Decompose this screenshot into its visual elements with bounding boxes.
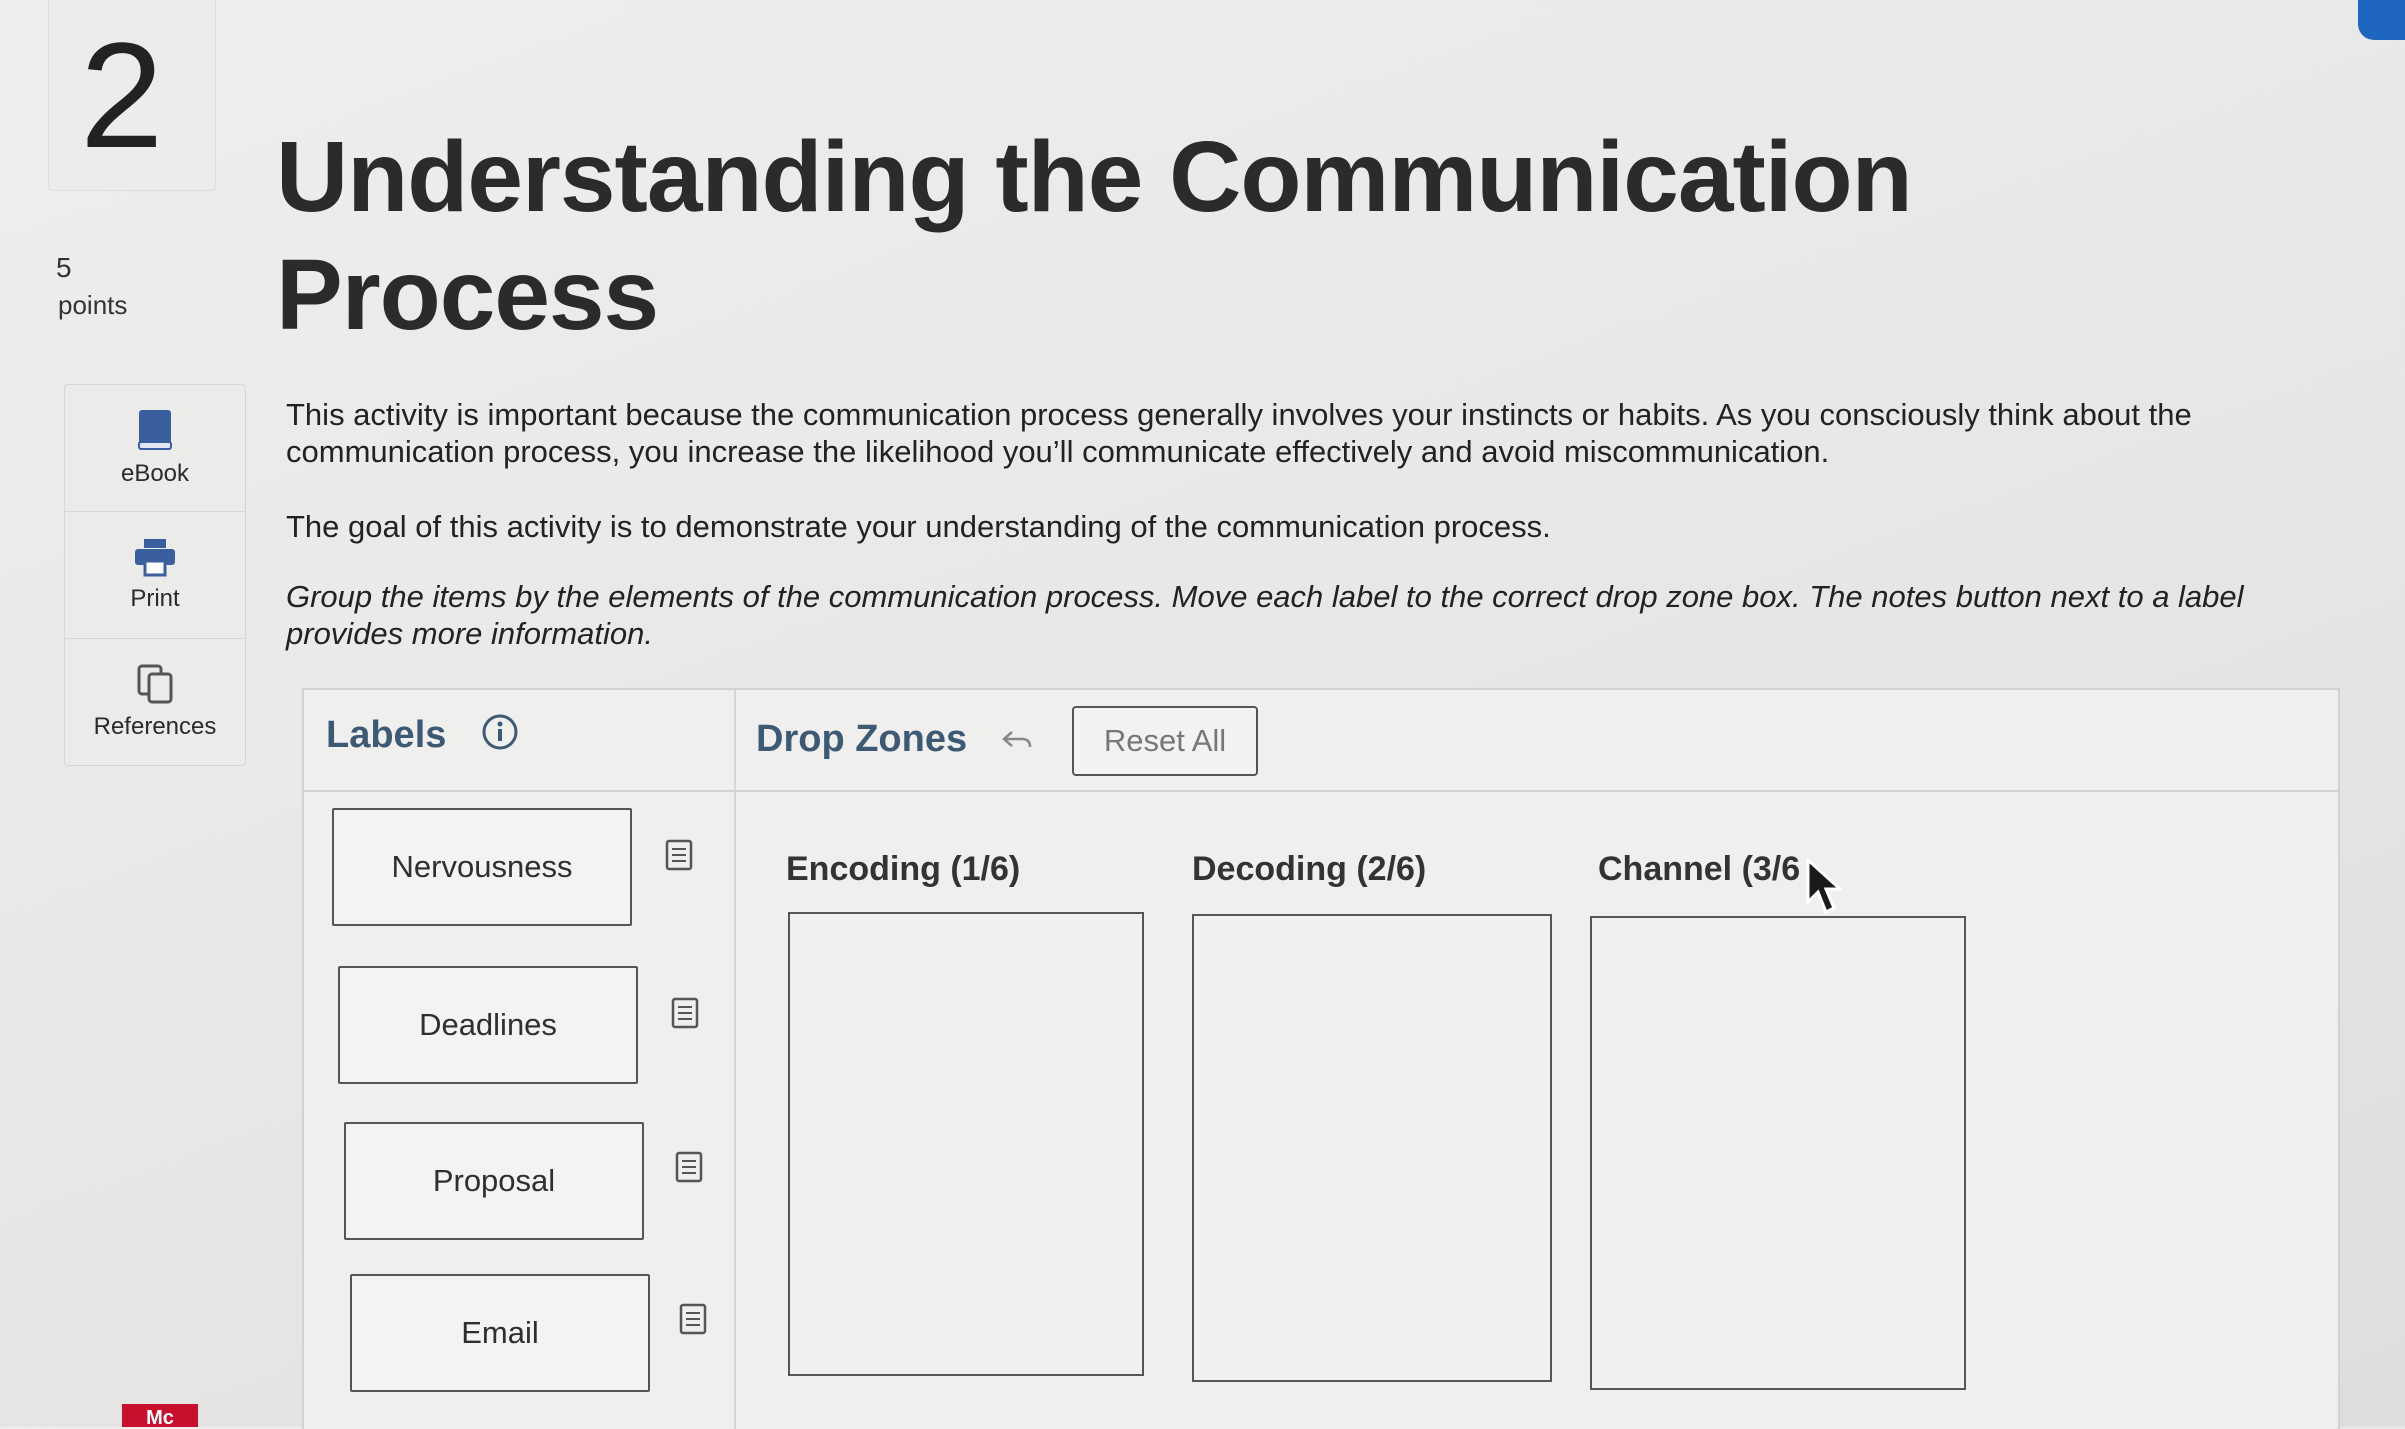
- label-card-email[interactable]: Email: [350, 1274, 650, 1392]
- corner-button[interactable]: [2358, 0, 2405, 40]
- channel-zone-title: Channel (3/6: [1598, 850, 1801, 888]
- book-icon: [138, 410, 172, 450]
- drag-drop-activity: Labels Drop Zones Reset All Nervousness …: [302, 688, 2340, 1429]
- dropzones-heading: Drop Zones: [756, 718, 968, 760]
- labels-heading: Labels: [326, 714, 447, 756]
- channel-drop-zone[interactable]: [1590, 916, 1966, 1390]
- encoding-zone-title: Encoding (1/6): [786, 850, 1021, 888]
- printer-icon: [135, 539, 175, 577]
- points-value: 5: [56, 252, 72, 283]
- decoding-zone-title: Decoding (2/6): [1192, 850, 1427, 888]
- points-label: points: [58, 290, 128, 320]
- undo-icon[interactable]: [1000, 726, 1034, 756]
- decoding-drop-zone[interactable]: [1192, 914, 1552, 1382]
- references-button[interactable]: References: [65, 639, 245, 765]
- task-instructions: Group the items by the elements of the c…: [286, 579, 2244, 651]
- label-card-deadlines[interactable]: Deadlines: [338, 966, 638, 1084]
- question-number: 2: [80, 11, 164, 179]
- encoding-drop-zone[interactable]: [788, 912, 1144, 1376]
- copy-icon: [137, 664, 173, 704]
- print-button[interactable]: Print: [65, 512, 245, 639]
- references-label: References: [93, 713, 217, 740]
- goal-paragraph: The goal of this activity is to demonstr…: [286, 509, 1551, 544]
- notes-icon[interactable]: [674, 1150, 704, 1184]
- mouse-cursor-icon: [1806, 858, 1844, 915]
- info-icon[interactable]: [480, 712, 520, 752]
- label-card-proposal[interactable]: Proposal: [344, 1122, 644, 1240]
- ebook-button[interactable]: eBook: [65, 385, 245, 512]
- ebook-label: eBook: [120, 460, 190, 487]
- notes-icon[interactable]: [664, 838, 694, 872]
- notes-icon[interactable]: [670, 996, 700, 1030]
- page-title: Understanding the Communication Process: [276, 121, 1913, 351]
- reset-all-button[interactable]: Reset All: [1072, 706, 1258, 776]
- label-card-nervousness[interactable]: Nervousness: [332, 808, 632, 926]
- intro-paragraph: This activity is important because the c…: [286, 397, 2192, 469]
- notes-icon[interactable]: [678, 1302, 708, 1336]
- mcgraw-hill-logo: Mc: [122, 1404, 198, 1427]
- print-label: Print: [130, 585, 180, 612]
- tools-panel: eBook Print References: [64, 384, 246, 766]
